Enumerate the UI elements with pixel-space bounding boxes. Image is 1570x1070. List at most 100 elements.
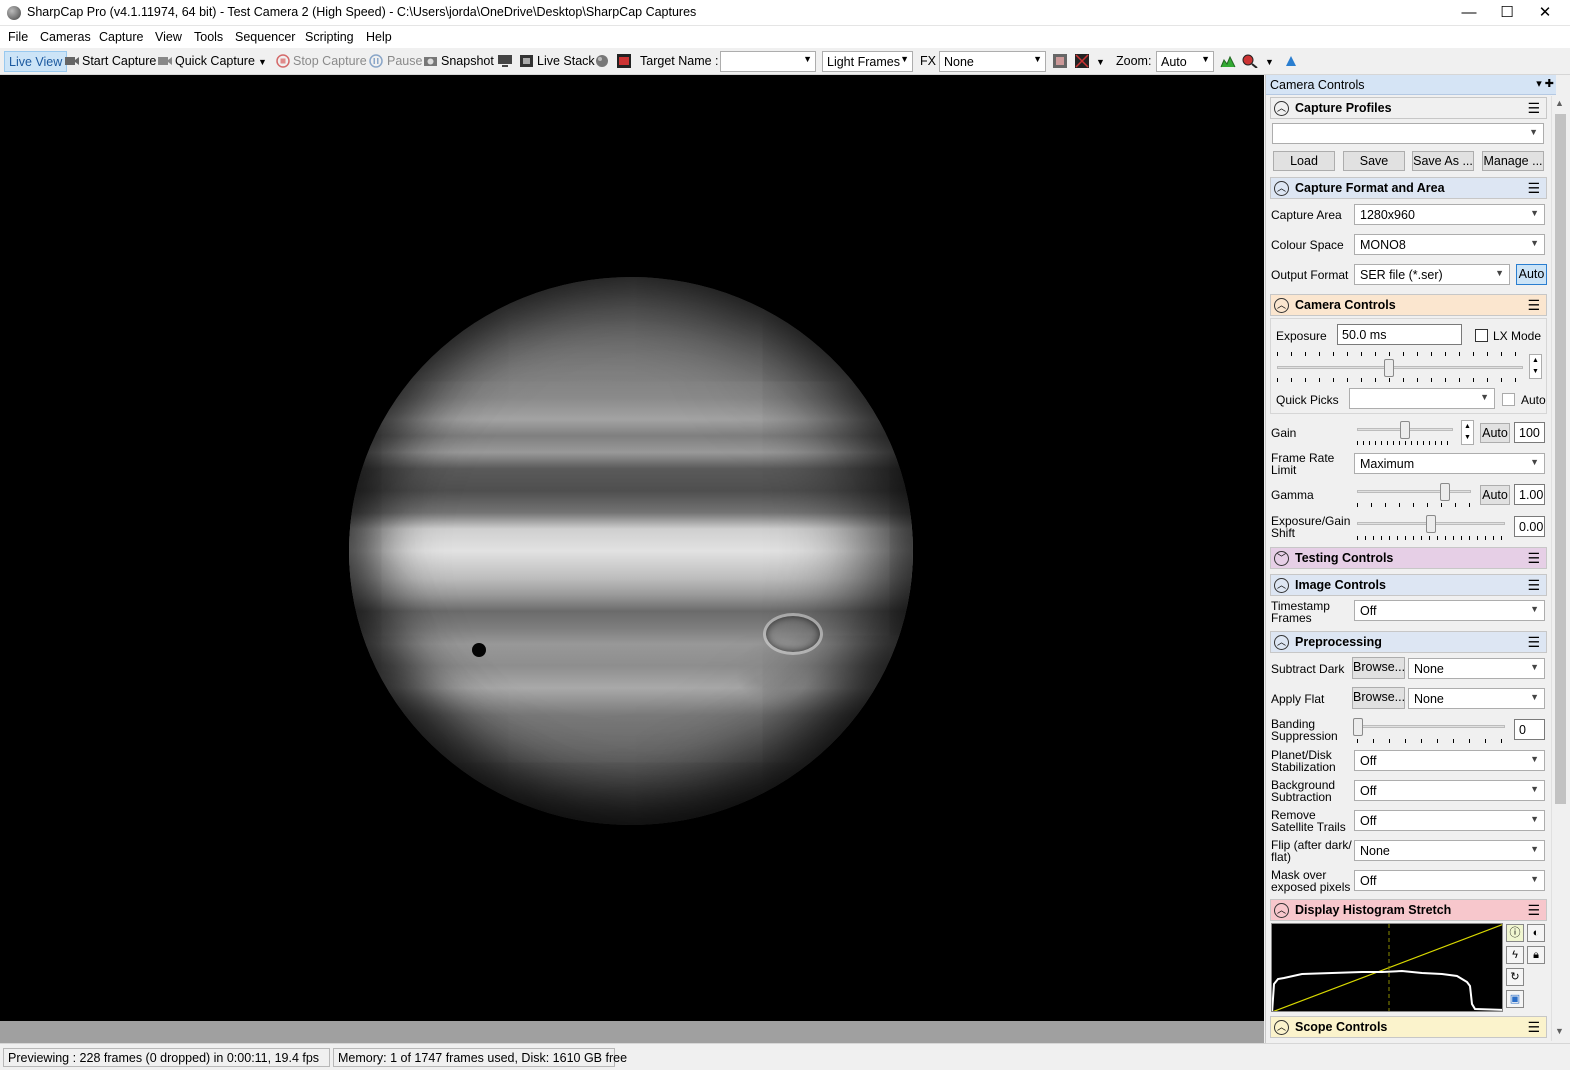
section-image-controls[interactable]: ︿ Image Controls ☰: [1270, 574, 1547, 596]
menu-sequencer[interactable]: Sequencer: [235, 30, 295, 44]
panel-scrollbar[interactable]: ▲ ▼: [1551, 96, 1568, 1041]
histogram-save-icon[interactable]: ▣: [1506, 990, 1524, 1008]
section-testing-controls[interactable]: ﹀ Testing Controls ☰: [1270, 547, 1547, 569]
scroll-thumb[interactable]: [1555, 114, 1566, 804]
collapse-icon[interactable]: ︿: [1274, 298, 1289, 313]
section-capture-profiles[interactable]: ︿ Capture Profiles ☰: [1270, 97, 1547, 119]
flip-select[interactable]: None ▼: [1354, 840, 1545, 861]
save-profile-button[interactable]: Save: [1343, 151, 1405, 171]
apply-flat-browse-button[interactable]: Browse...: [1352, 687, 1405, 709]
collapse-icon[interactable]: ︿: [1274, 181, 1289, 196]
gamma-slider-thumb[interactable]: [1440, 483, 1450, 501]
output-format-select[interactable]: SER file (*.ser) ▼: [1354, 264, 1510, 285]
expand-icon[interactable]: ﹀: [1274, 551, 1289, 566]
histogram-display[interactable]: [1271, 923, 1503, 1012]
stabilization-select[interactable]: Off ▼: [1354, 750, 1545, 771]
reticle-icon[interactable]: [1052, 54, 1068, 68]
collapse-icon[interactable]: ︿: [1274, 903, 1289, 918]
hamburger-menu-icon[interactable]: ☰: [1527, 1019, 1540, 1036]
tools-dropdown-icon[interactable]: ▼: [1096, 57, 1105, 67]
gain-value-input[interactable]: 100: [1514, 422, 1545, 443]
hamburger-menu-icon[interactable]: ☰: [1527, 577, 1540, 594]
section-camera-controls[interactable]: ︿ Camera Controls ☰: [1270, 294, 1547, 316]
menu-tools[interactable]: Tools: [194, 30, 223, 44]
histogram-lock-icon[interactable]: 🔒︎: [1527, 946, 1545, 964]
magnifier-icon[interactable]: [1242, 54, 1258, 68]
histogram-red-icon[interactable]: [616, 54, 632, 68]
hamburger-menu-icon[interactable]: ☰: [1527, 180, 1540, 197]
monitor-icon[interactable]: [497, 54, 513, 68]
scroll-down-icon[interactable]: ▼: [1555, 1026, 1564, 1036]
hamburger-menu-icon[interactable]: ☰: [1527, 634, 1540, 651]
histogram-auto-stretch-icon[interactable]: ϟ: [1506, 946, 1524, 964]
menu-cameras[interactable]: Cameras: [40, 30, 91, 44]
frame-rate-select[interactable]: Maximum ▼: [1354, 453, 1545, 474]
gain-auto-button[interactable]: Auto: [1480, 423, 1510, 443]
snapshot-button[interactable]: Snapshot: [441, 54, 494, 68]
collapse-icon[interactable]: ︿: [1274, 1020, 1289, 1035]
focus-assist-icon[interactable]: [1074, 54, 1090, 68]
profile-select[interactable]: ▼: [1272, 123, 1544, 144]
shift-slider-thumb[interactable]: [1426, 515, 1436, 533]
hamburger-menu-icon[interactable]: ☰: [1527, 297, 1540, 314]
hamburger-menu-icon[interactable]: ☰: [1527, 550, 1540, 567]
exposure-spinner[interactable]: ▲ ▼: [1529, 354, 1542, 379]
close-button[interactable]: ✕: [1522, 0, 1568, 26]
quick-picks-auto-checkbox[interactable]: [1502, 393, 1515, 406]
manage-profiles-button[interactable]: Manage ...: [1482, 151, 1544, 171]
planet-icon[interactable]: [594, 54, 610, 68]
banding-slider-track[interactable]: [1357, 725, 1505, 728]
satellite-trails-select[interactable]: Off ▼: [1354, 810, 1545, 831]
zoom-select[interactable]: Auto ▼: [1156, 51, 1214, 72]
section-preprocessing[interactable]: ︿ Preprocessing ☰: [1270, 631, 1547, 653]
colour-space-select[interactable]: MONO8 ▼: [1354, 234, 1545, 255]
menu-file[interactable]: File: [8, 30, 28, 44]
output-format-auto-button[interactable]: Auto: [1516, 264, 1547, 285]
live-view-button[interactable]: Live View: [4, 51, 68, 72]
frame-type-select[interactable]: Light Frames ▼: [822, 51, 913, 72]
histogram-icon[interactable]: [1220, 54, 1236, 68]
quick-capture-button[interactable]: Quick Capture: [175, 54, 255, 68]
menu-capture[interactable]: Capture: [99, 30, 143, 44]
banding-value-input[interactable]: 0: [1514, 719, 1545, 740]
background-subtraction-select[interactable]: Off ▼: [1354, 780, 1545, 801]
histogram-info-icon[interactable]: ⓘ: [1506, 924, 1524, 942]
exposure-input[interactable]: 50.0 ms: [1337, 324, 1462, 345]
banding-slider-thumb[interactable]: [1353, 718, 1363, 736]
gain-slider-thumb[interactable]: [1400, 421, 1410, 439]
scroll-up-icon[interactable]: ▲: [1555, 98, 1564, 108]
pause-button[interactable]: Pause: [387, 54, 422, 68]
apply-flat-select[interactable]: None ▼: [1408, 688, 1545, 709]
live-stack-button[interactable]: Live Stack: [537, 54, 595, 68]
load-profile-button[interactable]: Load: [1273, 151, 1335, 171]
subtract-dark-browse-button[interactable]: Browse...: [1352, 657, 1405, 679]
timestamp-frames-select[interactable]: Off ▼: [1354, 600, 1545, 621]
histogram-contrast-icon[interactable]: ◐: [1527, 924, 1545, 942]
collapse-icon[interactable]: ︿: [1274, 635, 1289, 650]
shift-value-input[interactable]: 0.00: [1514, 516, 1545, 537]
gamma-auto-button[interactable]: Auto: [1480, 485, 1510, 505]
section-histogram-stretch[interactable]: ︿ Display Histogram Stretch ☰: [1270, 899, 1547, 921]
gamma-slider-track[interactable]: [1357, 490, 1471, 493]
histogram-reset-icon[interactable]: ↻: [1506, 968, 1524, 986]
image-viewport[interactable]: [0, 75, 1264, 1021]
start-capture-button[interactable]: Start Capture: [82, 54, 156, 68]
section-scope-controls[interactable]: ︿ Scope Controls ☰: [1270, 1016, 1547, 1038]
stop-capture-button[interactable]: Stop Capture: [293, 54, 367, 68]
zoom-dropdown-icon[interactable]: ▼: [1265, 57, 1274, 67]
hamburger-menu-icon[interactable]: ☰: [1527, 100, 1540, 117]
hamburger-menu-icon[interactable]: ☰: [1527, 902, 1540, 919]
target-name-combo[interactable]: ▼: [720, 51, 816, 72]
save-as-profile-button[interactable]: Save As ...: [1412, 151, 1474, 171]
exposure-slider-thumb[interactable]: [1384, 359, 1394, 377]
collapse-icon[interactable]: ︿: [1274, 101, 1289, 116]
menu-help[interactable]: Help: [366, 30, 392, 44]
quick-picks-select[interactable]: ▼: [1349, 388, 1495, 409]
subtract-dark-select[interactable]: None ▼: [1408, 658, 1545, 679]
pin-icon[interactable]: ▾ ✚: [1536, 77, 1554, 90]
fx-select[interactable]: None ▼: [939, 51, 1046, 72]
lx-mode-checkbox[interactable]: [1475, 329, 1488, 342]
gamma-value-input[interactable]: 1.00: [1514, 484, 1545, 505]
section-capture-format[interactable]: ︿ Capture Format and Area ☰: [1270, 177, 1547, 199]
collapse-icon[interactable]: ︿: [1274, 578, 1289, 593]
